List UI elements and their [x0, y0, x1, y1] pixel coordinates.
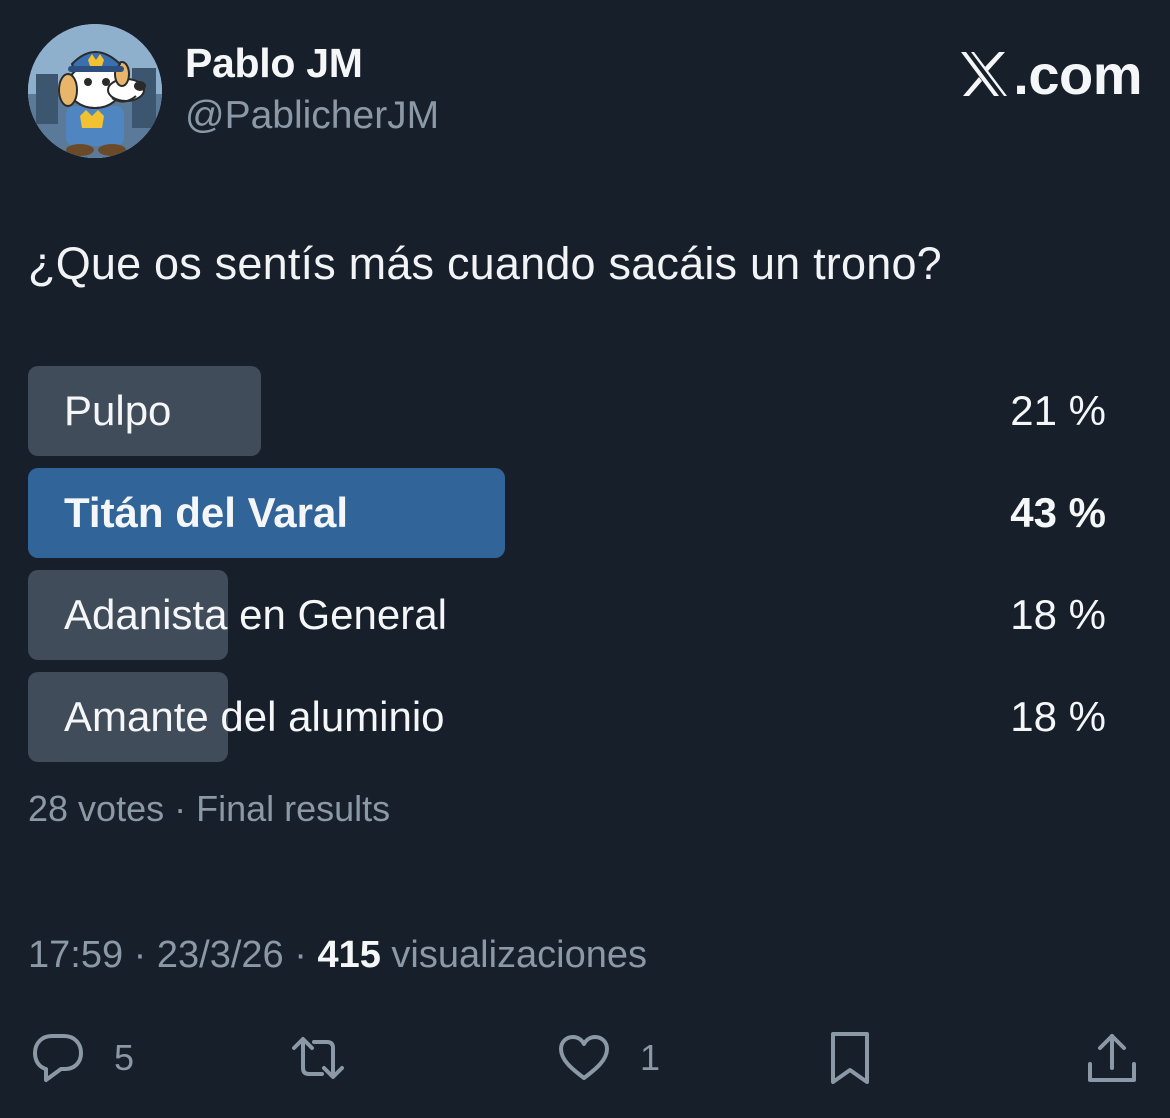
meta-separator: ·	[123, 934, 157, 976]
brand-text: .com	[1013, 42, 1142, 106]
views-count[interactable]: 415	[317, 934, 380, 976]
reply-count: 5	[114, 1037, 135, 1078]
avatar[interactable]	[28, 24, 162, 158]
share-button[interactable]	[1082, 1026, 1142, 1090]
post-header: Pablo JM @PablicherJM .com	[28, 24, 1142, 159]
author-handle[interactable]: @PablicherJM	[185, 94, 439, 138]
views-label[interactable]: visualizaciones	[381, 934, 647, 976]
poll-option-percent: 43 %	[1010, 489, 1106, 536]
brand-watermark: .com	[959, 42, 1142, 106]
share-icon	[1082, 1028, 1142, 1088]
poll-option-percent: 18 %	[1010, 591, 1106, 638]
poll-option: Amante del aluminio 18 %	[28, 672, 1106, 762]
like-count: 1	[640, 1037, 661, 1078]
poll-option: Pulpo 21 %	[28, 366, 1106, 456]
action-bar: 5 1	[28, 1026, 1142, 1090]
meta-separator: ·	[283, 934, 318, 976]
author-name[interactable]: Pablo JM	[185, 40, 363, 87]
x-logo-icon	[959, 51, 1009, 97]
poll-option-label: Pulpo	[64, 387, 172, 434]
heart-icon	[554, 1028, 614, 1088]
post-date[interactable]: 23/3/26	[157, 934, 284, 976]
reply-button[interactable]: 5	[28, 1026, 134, 1090]
post-meta: 17:59 · 23/3/26 · 415 visualizaciones	[28, 934, 647, 977]
like-button[interactable]: 1	[554, 1026, 660, 1090]
poll-summary: 28 votes · Final results	[28, 788, 391, 829]
poll-option-label: Amante del aluminio	[64, 693, 445, 740]
post-text: ¿Que os sentís más cuando sacáis un tron…	[28, 238, 942, 289]
repost-button[interactable]	[288, 1026, 348, 1090]
poll-option-label: Adanista en General	[64, 591, 447, 638]
poll-option-percent: 18 %	[1010, 693, 1106, 740]
repost-icon	[288, 1028, 348, 1088]
reply-icon	[28, 1028, 88, 1088]
bookmark-button[interactable]	[820, 1026, 880, 1090]
poll-option-label: Titán del Varal	[64, 489, 349, 536]
poll-option-percent: 21 %	[1010, 387, 1106, 434]
poll: Pulpo 21 % Titán del Varal 43 % Adanista en …	[28, 366, 1106, 774]
bookmark-icon	[820, 1028, 880, 1088]
post-time[interactable]: 17:59	[28, 934, 123, 976]
poll-option: Titán del Varal 43 %	[28, 468, 1106, 558]
poll-option: Adanista en General 18 %	[28, 570, 1106, 660]
